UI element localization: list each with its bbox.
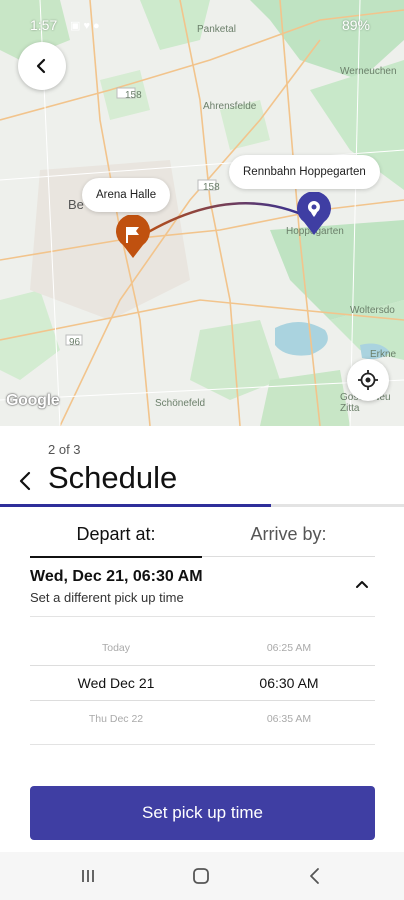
map-place-label: Be — [68, 197, 84, 212]
collapse-button[interactable] — [351, 574, 373, 594]
origin-label-bubble: Arena Halle — [82, 178, 171, 212]
status-icons: ▣ ♥ ● — [70, 20, 100, 32]
sheet-back-button[interactable] — [14, 466, 36, 496]
map-place-label: Werneuchen — [340, 66, 397, 77]
map-place-label: Schönefeld — [155, 398, 206, 409]
picker-time: 06:35 AM — [266, 713, 312, 725]
picker-day: Today — [101, 642, 131, 654]
nav-recents-button[interactable] — [76, 864, 100, 888]
schedule-tabs: Depart at: Arrive by: — [30, 512, 375, 558]
chevron-up-icon — [356, 581, 368, 588]
picker-row-selected[interactable]: Wed Dec 21 06:30 AM — [30, 665, 375, 701]
picker-row[interactable]: Today 06:25 AM — [30, 631, 375, 665]
status-time: 1:57 — [30, 17, 58, 33]
picker-day: Wed Dec 21 — [77, 675, 155, 691]
progress-bar — [0, 504, 404, 507]
time-picker[interactable]: Today 06:25 AM Wed Dec 21 06:30 AM Thu D… — [30, 630, 375, 745]
road-number: 158 — [203, 182, 220, 193]
google-attribution: Google — [6, 392, 60, 409]
tab-arrive-by[interactable]: Arrive by: — [202, 512, 375, 557]
locate-me-button[interactable] — [347, 359, 389, 401]
picker-time: 06:30 AM — [259, 675, 319, 691]
map-place-label: Woltersdo — [350, 305, 395, 316]
arrow-left-icon — [36, 58, 46, 74]
tab-depart-at[interactable]: Depart at: — [30, 512, 202, 558]
map-place-label: Erkne — [370, 349, 397, 360]
map-view[interactable]: 158 158 96 Panketal Werneuchen Ahrensfel… — [0, 0, 404, 426]
nav-back-button[interactable] — [303, 864, 327, 888]
progress-fill — [0, 504, 271, 507]
origin-flag-pin-icon[interactable] — [115, 215, 151, 259]
home-icon — [193, 868, 209, 884]
schedule-sheet: 2 of 3 Schedule Depart at: Arrive by: We… — [0, 426, 404, 900]
nav-home-button[interactable] — [189, 864, 213, 888]
back-icon — [310, 868, 319, 884]
picker-time: 06:25 AM — [266, 642, 312, 654]
crosshair-icon — [358, 370, 378, 390]
road-number: 96 — [69, 337, 81, 348]
picker-day: Thu Dec 22 — [88, 713, 144, 725]
status-battery: 89% — [341, 17, 370, 33]
selected-hint: Set a different pick up time — [30, 590, 184, 605]
road-number: 158 — [125, 90, 142, 101]
step-indicator: 2 of 3 — [48, 442, 81, 457]
destination-pin-icon[interactable] — [296, 192, 332, 236]
picker-row[interactable]: Thu Dec 22 06:35 AM — [30, 702, 375, 736]
chevron-left-icon — [19, 471, 31, 491]
map-place-label: Ahrensfelde — [203, 101, 257, 112]
selected-date: Wed, Dec 21, 06:30 AM — [30, 568, 203, 585]
destination-label-bubble: Rennbahn Hoppegarten — [229, 155, 380, 189]
page-title: Schedule — [48, 460, 178, 495]
system-nav-bar — [0, 852, 404, 900]
selected-time-row[interactable]: Wed, Dec 21, 06:30 AM Set a different pi… — [30, 566, 375, 617]
recents-icon — [82, 870, 94, 882]
set-pickup-time-button[interactable]: Set pick up time — [30, 786, 375, 840]
status-bar: 1:57 ▣ ♥ ● 89% — [0, 0, 404, 40]
map-back-button[interactable] — [18, 42, 66, 90]
